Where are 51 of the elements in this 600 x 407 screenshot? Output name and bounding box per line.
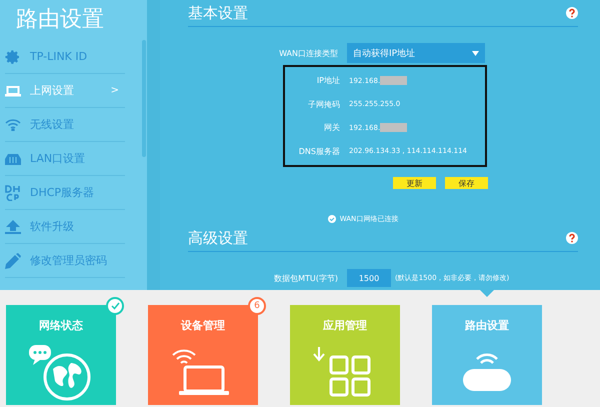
tile-label: 应用管理	[323, 318, 367, 333]
tile-label: 网络状态	[39, 318, 83, 333]
check-circle-icon	[328, 215, 336, 223]
save-button[interactable]: 保存	[445, 177, 488, 189]
sidebar-item[interactable]: 软件升级	[5, 210, 125, 244]
sidebar-item-label: TP-LINK ID	[30, 50, 88, 63]
sidebar-item-label: 无线设置	[30, 117, 75, 132]
sidebar-item-label: 上网设置	[30, 83, 75, 98]
menu-tile[interactable]: 应用管理	[290, 305, 400, 405]
sidebar-item[interactable]: 上网设置 >	[5, 74, 125, 108]
dhcp-icon	[5, 184, 21, 200]
refresh-button[interactable]: 更新	[393, 177, 436, 189]
sidebar-title: 路由设置	[15, 6, 105, 34]
sidebar-item[interactable]: 修改管理员密码	[5, 244, 125, 278]
tile-label: 路由设置	[465, 318, 509, 333]
dropdown-caret-icon	[472, 50, 479, 56]
field-label: 网关	[323, 122, 340, 134]
redaction-block	[380, 76, 408, 86]
sidebar-item[interactable]: DHCP服务器	[5, 176, 125, 210]
section-title: 基本设置	[188, 4, 248, 22]
count-badge: 6	[248, 297, 266, 315]
field-label: IP地址	[316, 75, 340, 86]
sidebar-item[interactable]: LAN口设置	[5, 142, 125, 176]
chevron-icon: >	[110, 85, 119, 96]
sidebar-item-label: LAN口设置	[30, 151, 86, 166]
field-label: 子网掩码	[307, 98, 340, 110]
menu-tile[interactable]: 路由设置	[432, 305, 542, 405]
globe-icon	[29, 345, 93, 401]
scrollbar-thumb[interactable]	[142, 40, 146, 157]
help-icon[interactable]	[566, 7, 578, 19]
sidebar-item-label: 软件升级	[30, 219, 75, 234]
field-label: DNS服务器	[298, 146, 340, 157]
laptop-icon	[5, 84, 21, 96]
tile-label: 设备管理	[181, 318, 225, 333]
network-port-icon	[5, 152, 21, 164]
gear-icon	[5, 48, 21, 64]
pencil-icon	[5, 252, 21, 268]
section-title: 高级设置	[188, 228, 248, 248]
sidebar-item-label: 修改管理员密码	[30, 253, 108, 268]
help-icon[interactable]	[566, 232, 578, 244]
field-label: WAN口连接类型	[278, 48, 338, 58]
sidebar-item[interactable]: TP-LINK ID	[5, 40, 125, 74]
mtu-input[interactable]: 1500	[347, 269, 391, 287]
redaction-block	[380, 123, 408, 132]
sidebar-item-label: DHCP服务器	[30, 185, 96, 200]
connection-type-select[interactable]: 自动获得IP地址	[347, 43, 485, 63]
upload-icon	[5, 220, 21, 234]
field-label: 数据包MTU(字节)	[273, 272, 338, 284]
sidebar-item[interactable]: 无线设置	[5, 108, 125, 142]
menu-tile[interactable]: 网络状态	[6, 305, 116, 405]
wifi-icon	[5, 118, 21, 131]
